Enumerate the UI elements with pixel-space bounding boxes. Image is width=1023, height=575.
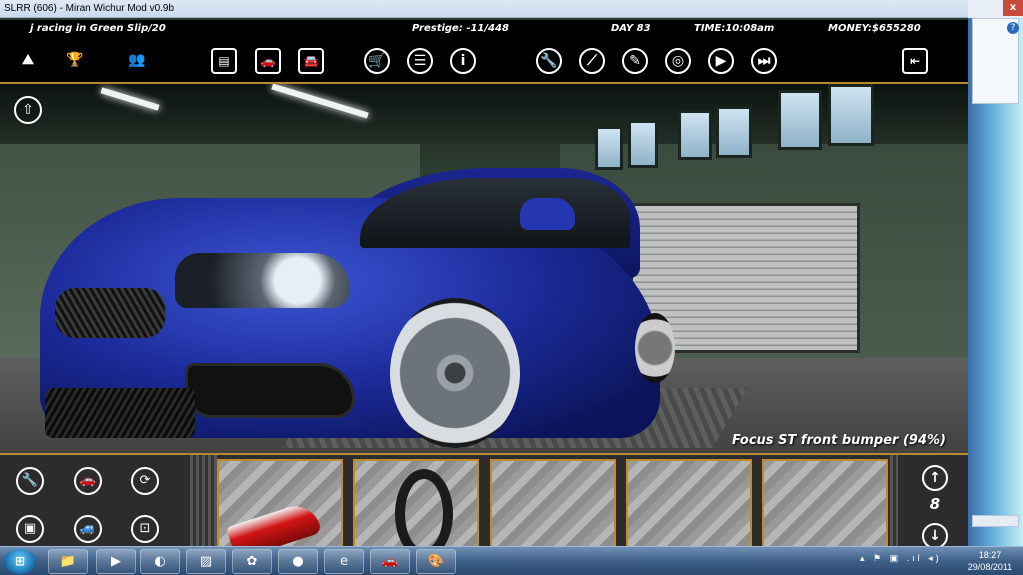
car-lift-icon: ⇧ (22, 102, 34, 118)
money: MONEY:$655280 (828, 23, 921, 34)
taskbar-app-4[interactable]: ▨ (186, 549, 226, 574)
day-counter: DAY 83 (611, 23, 651, 34)
play-icon[interactable]: ▶ (708, 48, 734, 74)
steering-wheel-icon[interactable]: ◎ (665, 48, 691, 74)
garage-window (828, 84, 874, 146)
taskbar-app-5[interactable]: ✿ (232, 549, 272, 574)
slot-steering-wheel[interactable] (353, 459, 479, 546)
car-list-icon[interactable]: ▤ (211, 48, 237, 74)
close-button[interactable]: x (1003, 0, 1023, 16)
car-mirror[interactable] (520, 198, 575, 230)
car-icon[interactable]: 🚗 (255, 48, 281, 74)
page-up-button[interactable]: ↑ (922, 465, 948, 491)
taskbar: ⊞ 📁 ▶ ◐ ▨ ✿ ● e 🚗 🎨 ▴ ⚑ ▣ .ıl ◂) 18:27 29/08/201… (0, 546, 1023, 575)
wrench-tool-icon[interactable]: 🔧 (16, 467, 44, 495)
slot-empty-3[interactable] (762, 459, 888, 546)
start-button[interactable]: ⊞ (4, 549, 36, 574)
taskbar-app-6[interactable]: ● (278, 549, 318, 574)
hud-status-bar: j racing in Green Slip/20 Prestige: -11/… (0, 20, 968, 38)
slot-empty-2[interactable] (626, 459, 752, 546)
rack-tool-icon[interactable]: ▣ (16, 515, 44, 543)
garage-window (595, 126, 623, 170)
exit-icon[interactable]: ⇤ (902, 48, 928, 74)
garage-window (778, 90, 822, 150)
taskbar-app-3[interactable]: ◐ (140, 549, 180, 574)
wrench-icon[interactable]: 🔧 (536, 48, 562, 74)
hud-toolbar: ⛰ 🏆 👥 ▤ 🚗 🚘 🛒 ☰ i 🔧 ⟋ ✎ ◎ ▶ ⏭ ⇤ (0, 38, 968, 84)
taskbar-app-9[interactable]: 🎨 (416, 549, 456, 574)
background-window: x ? (968, 0, 1023, 546)
fast-forward-icon[interactable]: ⏭ (751, 48, 777, 74)
prestige: Prestige: -11/448 (412, 23, 509, 34)
page-down-button[interactable]: ↓ (922, 523, 948, 546)
window-title-bar: SLRR (606) - Miran Wichur Mod v0.9b (0, 0, 968, 18)
slot-taillight[interactable] (217, 459, 343, 546)
taskbar-app-8[interactable]: 🚗 (370, 549, 410, 574)
clock[interactable]: 18:27 29/08/2011 (960, 549, 1020, 573)
trophy-icon[interactable]: 🏆 (62, 48, 88, 74)
garage-window (678, 110, 712, 160)
steering-wheel-thumbnail (395, 469, 453, 546)
slot-empty-1[interactable] (490, 459, 616, 546)
car-rear-wheel[interactable] (635, 313, 675, 383)
help-icon[interactable]: ? (1007, 22, 1019, 34)
list-icon[interactable]: ☰ (407, 48, 433, 74)
paint-tool-icon[interactable]: 🚗 (74, 467, 102, 495)
panel-divider (190, 455, 218, 546)
frame-tool-icon[interactable]: ⊡ (131, 515, 159, 543)
panel-divider (890, 455, 898, 546)
taskbar-app-7[interactable]: e (324, 549, 364, 574)
rotate-tool-icon[interactable]: ⟳ (131, 467, 159, 495)
car-front-wheel[interactable] (390, 298, 520, 448)
screwdriver-icon[interactable]: ⟋ (579, 48, 605, 74)
taillight-thumbnail (225, 499, 323, 546)
taskbar-app-1[interactable]: 📁 (48, 549, 88, 574)
car-grille[interactable] (55, 288, 165, 338)
car-foglight[interactable] (185, 363, 355, 418)
page-controls: ↑ 8 ↓ (908, 455, 968, 546)
car-tool-icon[interactable]: 🚙 (74, 515, 102, 543)
taskbar-app-2[interactable]: ▶ (96, 549, 136, 574)
clock-date: 29/08/2011 (967, 562, 1013, 572)
garage-window (628, 120, 658, 168)
car-headlight[interactable] (175, 253, 350, 308)
game-time: TIME:10:08am (694, 23, 775, 34)
parts-panel: 🔧 🚗 ⟳ ▣ 🚙 ⊡ ↑ 8 ↓ (0, 453, 968, 546)
game-viewport: Focus ST front bumper (94%) j racing in … (0, 18, 968, 546)
background-window-scrollbar[interactable] (972, 515, 1019, 527)
car-garage-icon[interactable]: 🚘 (298, 48, 324, 74)
garage-ceiling (0, 84, 968, 144)
info-icon[interactable]: i (450, 48, 476, 74)
people-icon[interactable]: 👥 (124, 48, 150, 74)
race-info: j racing in Green Slip/20 (30, 23, 166, 34)
clock-time: 18:27 (978, 550, 1002, 560)
spray-icon[interactable]: ✎ (622, 48, 648, 74)
system-tray[interactable]: ▴ ⚑ ▣ .ıl ◂) (860, 553, 942, 564)
shop-cart-icon[interactable]: 🛒 (364, 48, 390, 74)
selected-part-label: Focus ST front bumper (94%) (732, 433, 946, 448)
page-number: 8 (929, 495, 941, 513)
car-front-bumper[interactable] (45, 388, 195, 438)
window-title: SLRR (606) - Miran Wichur Mod v0.9b (4, 3, 175, 14)
car-lift-button[interactable]: ⇧ (14, 96, 42, 124)
road-icon[interactable]: ⛰ (15, 48, 41, 74)
garage-window (716, 106, 752, 158)
